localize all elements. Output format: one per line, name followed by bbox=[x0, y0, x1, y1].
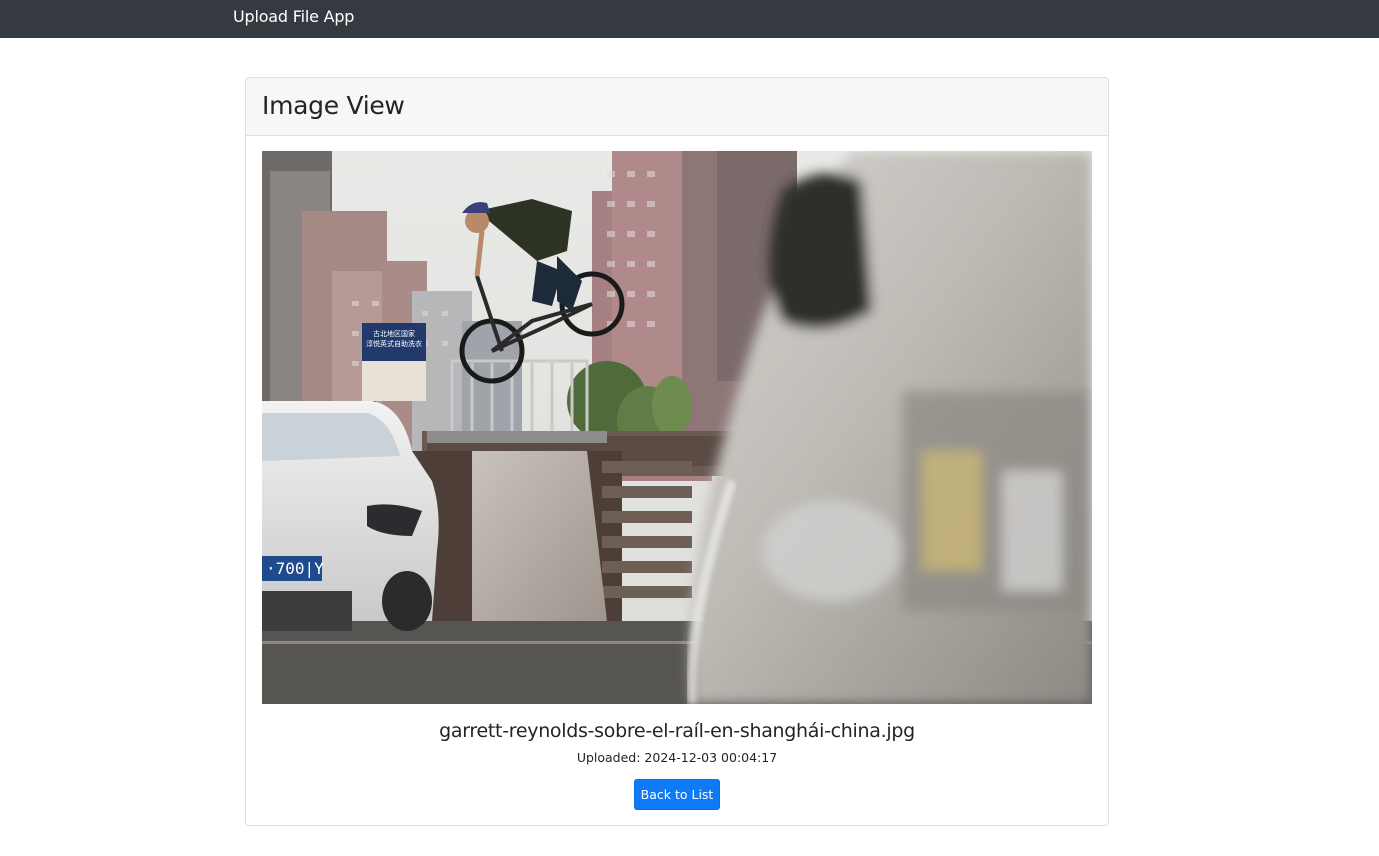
svg-text:古北地区国家: 古北地区国家 bbox=[373, 329, 415, 338]
uploaded-image: 古北地区国家 淳悦英式自助洗衣 ·700|Y bbox=[262, 151, 1092, 704]
upload-timestamp: Uploaded: 2024-12-03 00:04:17 bbox=[576, 750, 778, 765]
image-view-card: Image View 古北地区国家 淳悦英式自助洗衣 ·700|Y garret… bbox=[245, 77, 1109, 826]
page-title: Image View bbox=[262, 91, 405, 120]
card-header: Image View bbox=[246, 78, 1108, 136]
app-brand-link[interactable]: Upload File App bbox=[233, 7, 354, 27]
image-filename: garrett-reynolds-sobre-el-raíl-en-shangh… bbox=[439, 720, 915, 742]
back-to-list-button[interactable]: Back to List bbox=[634, 779, 720, 810]
svg-text:·700|Y: ·700|Y bbox=[266, 559, 324, 578]
svg-text:淳悦英式自助洗衣: 淳悦英式自助洗衣 bbox=[366, 339, 422, 348]
top-navbar: Upload File App bbox=[0, 0, 1379, 38]
